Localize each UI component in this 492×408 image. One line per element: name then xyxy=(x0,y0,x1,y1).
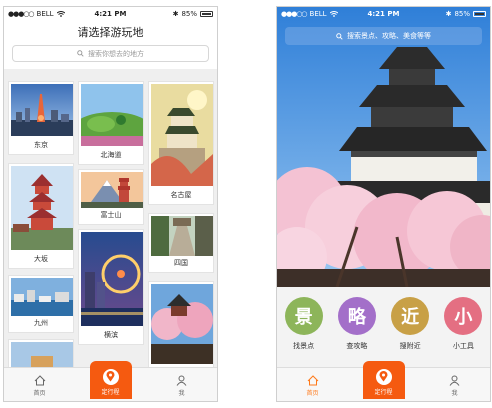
tab-me-label: 我 xyxy=(178,390,185,397)
fuji-image xyxy=(81,172,143,208)
city-card-kyoto[interactable]: 京都 xyxy=(148,281,214,367)
feature-nearby[interactable]: 近 搜附近 xyxy=(386,297,434,351)
city-label: 横滨 xyxy=(104,331,118,339)
home-icon xyxy=(34,375,45,386)
signal-icon: ●●●○○ xyxy=(8,10,35,18)
osaka-image xyxy=(11,166,73,250)
user-icon xyxy=(176,375,187,386)
tab-bar: 首页 定行程 我 xyxy=(277,361,490,401)
bluetooth-icon: ✱ xyxy=(172,10,179,18)
wifi-icon xyxy=(329,11,338,17)
city-label: 四国 xyxy=(174,259,188,267)
tab-me-label: 我 xyxy=(451,390,458,397)
city-label: 富士山 xyxy=(100,211,122,219)
city-card-nagoya[interactable]: 名古屋 xyxy=(148,81,214,205)
search-icon xyxy=(336,32,343,40)
carrier-name: BELL xyxy=(36,10,54,18)
tab-home-label: 首页 xyxy=(33,390,46,397)
tab-home[interactable]: 首页 xyxy=(277,368,348,401)
city-label: 名古屋 xyxy=(170,191,192,199)
tab-me[interactable]: 我 xyxy=(146,368,217,401)
status-bar: ●●●○○ BELL 4:21 PM ✱ 85% xyxy=(4,7,217,21)
user-icon xyxy=(449,375,460,386)
battery-percent: 85% xyxy=(454,10,470,18)
city-card-fuji[interactable]: 富士山 xyxy=(78,169,144,225)
feature-guides[interactable]: 略 查攻略 xyxy=(333,297,381,351)
tokyo-image xyxy=(11,84,73,136)
search-input[interactable]: 搜索景点、攻略、美食等等 xyxy=(285,27,482,45)
city-card-osaka[interactable]: 大坂 xyxy=(8,163,74,269)
city-image xyxy=(11,342,73,367)
tab-home-label: 首页 xyxy=(306,390,319,397)
tab-home[interactable]: 首页 xyxy=(4,368,75,401)
status-bar: ●●●○○ BELL 4:21 PM ✱ 85% xyxy=(277,7,490,21)
hokkaido-image xyxy=(81,84,143,146)
feature-find-spots[interactable]: 景 找景点 xyxy=(280,297,328,351)
carrier-name: BELL xyxy=(309,10,327,18)
kyushu-image xyxy=(11,278,73,316)
city-card-partial[interactable] xyxy=(8,339,74,367)
city-label: 东京 xyxy=(34,141,48,149)
home-screen: ●●●○○ BELL 4:21 PM ✱ 85% 搜索景点、攻略、美食等等 景 … xyxy=(276,6,491,402)
tab-plan[interactable]: 定行程 xyxy=(348,361,419,401)
shikoku-image xyxy=(151,216,213,256)
nearby-icon: 近 xyxy=(391,297,430,335)
location-pin-icon xyxy=(102,369,119,385)
city-grid: 东京 大坂 九州 北海道 富士山 横滨 名古屋 四国 xyxy=(4,69,217,367)
feature-label: 小工具 xyxy=(452,342,474,350)
guides-icon: 略 xyxy=(337,297,376,335)
plan-button[interactable]: 定行程 xyxy=(89,361,132,399)
search-placeholder: 搜索景点、攻略、美食等等 xyxy=(347,32,431,40)
wifi-icon xyxy=(56,11,65,17)
city-label: 九州 xyxy=(34,319,48,327)
find-spots-icon: 景 xyxy=(284,297,323,335)
feature-label: 搜附近 xyxy=(399,342,421,350)
signal-icon: ●●●○○ xyxy=(281,10,308,18)
tab-me[interactable]: 我 xyxy=(419,368,490,401)
battery-percent: 85% xyxy=(181,10,197,18)
tab-bar: 首页 定行程 我 xyxy=(4,361,217,401)
tab-plan-label: 定行程 xyxy=(374,389,393,396)
plan-button[interactable]: 定行程 xyxy=(362,361,405,399)
battery-icon xyxy=(200,11,213,17)
city-card-tokyo[interactable]: 东京 xyxy=(8,81,74,155)
city-select-screen: ●●●○○ BELL 4:21 PM ✱ 85% 请选择游玩地 搜索你想去的地方… xyxy=(3,6,218,402)
city-card-hokkaido[interactable]: 北海道 xyxy=(78,81,144,165)
castle-hero-image xyxy=(277,7,490,287)
location-pin-icon xyxy=(375,369,392,385)
tools-icon: 小 xyxy=(444,297,483,335)
page-title: 请选择游玩地 xyxy=(77,26,144,39)
city-card-yokohama[interactable]: 横滨 xyxy=(78,229,144,345)
feature-menu: 景 找景点 略 查攻略 近 搜附近 小 小工具 xyxy=(277,287,490,369)
yokohama-image xyxy=(81,232,143,326)
tab-plan-label: 定行程 xyxy=(101,389,120,396)
feature-label: 找景点 xyxy=(293,342,315,350)
feature-label: 查攻略 xyxy=(346,342,368,350)
search-icon xyxy=(77,50,84,57)
battery-icon xyxy=(473,11,486,17)
home-icon xyxy=(307,375,318,386)
tab-plan[interactable]: 定行程 xyxy=(75,361,146,401)
feature-tools[interactable]: 小 小工具 xyxy=(439,297,487,351)
nagoya-image xyxy=(151,84,213,186)
bluetooth-icon: ✱ xyxy=(445,10,452,18)
search-input[interactable]: 搜索你想去的地方 xyxy=(12,45,209,62)
city-label: 大坂 xyxy=(34,255,48,263)
kyoto-image xyxy=(151,284,213,364)
search-placeholder: 搜索你想去的地方 xyxy=(88,49,144,58)
city-card-shikoku[interactable]: 四国 xyxy=(148,213,214,273)
city-label: 北海道 xyxy=(100,151,122,159)
city-card-kyushu[interactable]: 九州 xyxy=(8,275,74,333)
